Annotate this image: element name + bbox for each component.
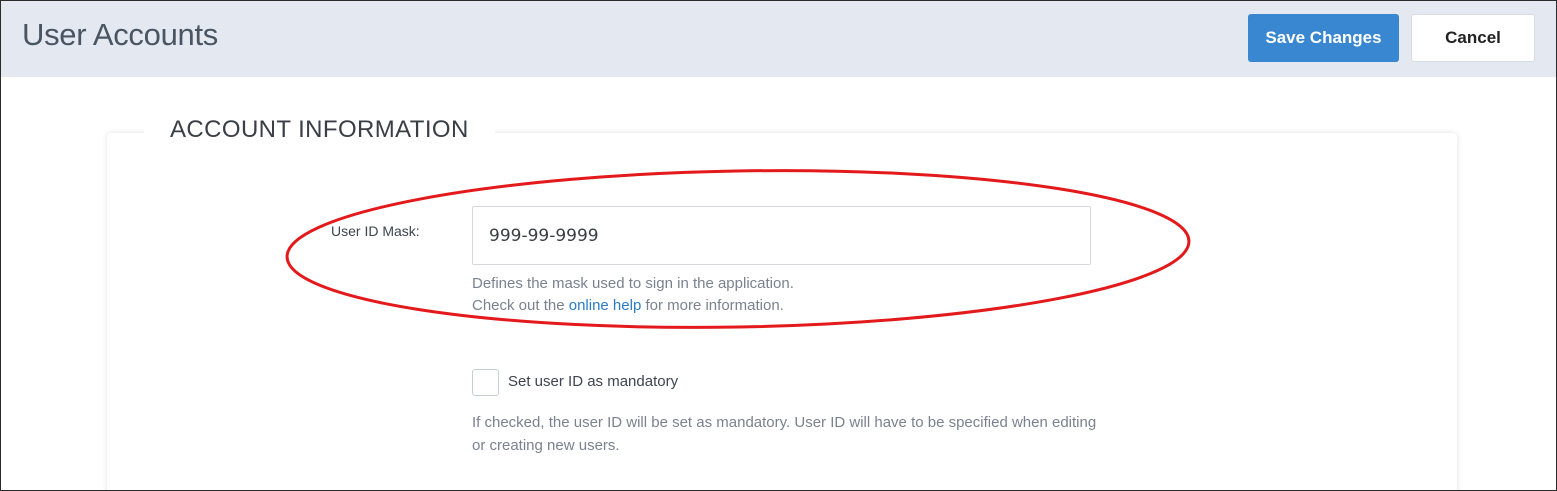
page-header: User Accounts Save Changes Cancel (1, 1, 1556, 77)
user-id-mask-label: User ID Mask: (331, 223, 420, 239)
mandatory-user-id-description: If checked, the user ID will be set as m… (472, 414, 1097, 454)
cancel-button[interactable]: Cancel (1411, 14, 1535, 62)
user-id-mask-help: Defines the mask used to sign in the app… (472, 275, 794, 292)
user-id-mask-help-link-line: Check out the online help for more infor… (472, 294, 784, 317)
page-title: User Accounts (22, 17, 218, 52)
save-changes-button[interactable]: Save Changes (1248, 14, 1399, 62)
online-help-link[interactable]: online help (569, 297, 642, 314)
user-id-mask-input[interactable] (472, 206, 1091, 265)
section-title: ACCOUNT INFORMATION (144, 116, 495, 144)
help-prefix-text: Check out the (472, 297, 569, 314)
mandatory-user-id-checkbox[interactable] (472, 369, 499, 396)
mandatory-user-id-label[interactable]: Set user ID as mandatory (508, 373, 678, 390)
help-suffix-text: for more information. (641, 297, 784, 314)
app-window: User Accounts Save Changes Cancel ACCOUN… (0, 0, 1557, 491)
